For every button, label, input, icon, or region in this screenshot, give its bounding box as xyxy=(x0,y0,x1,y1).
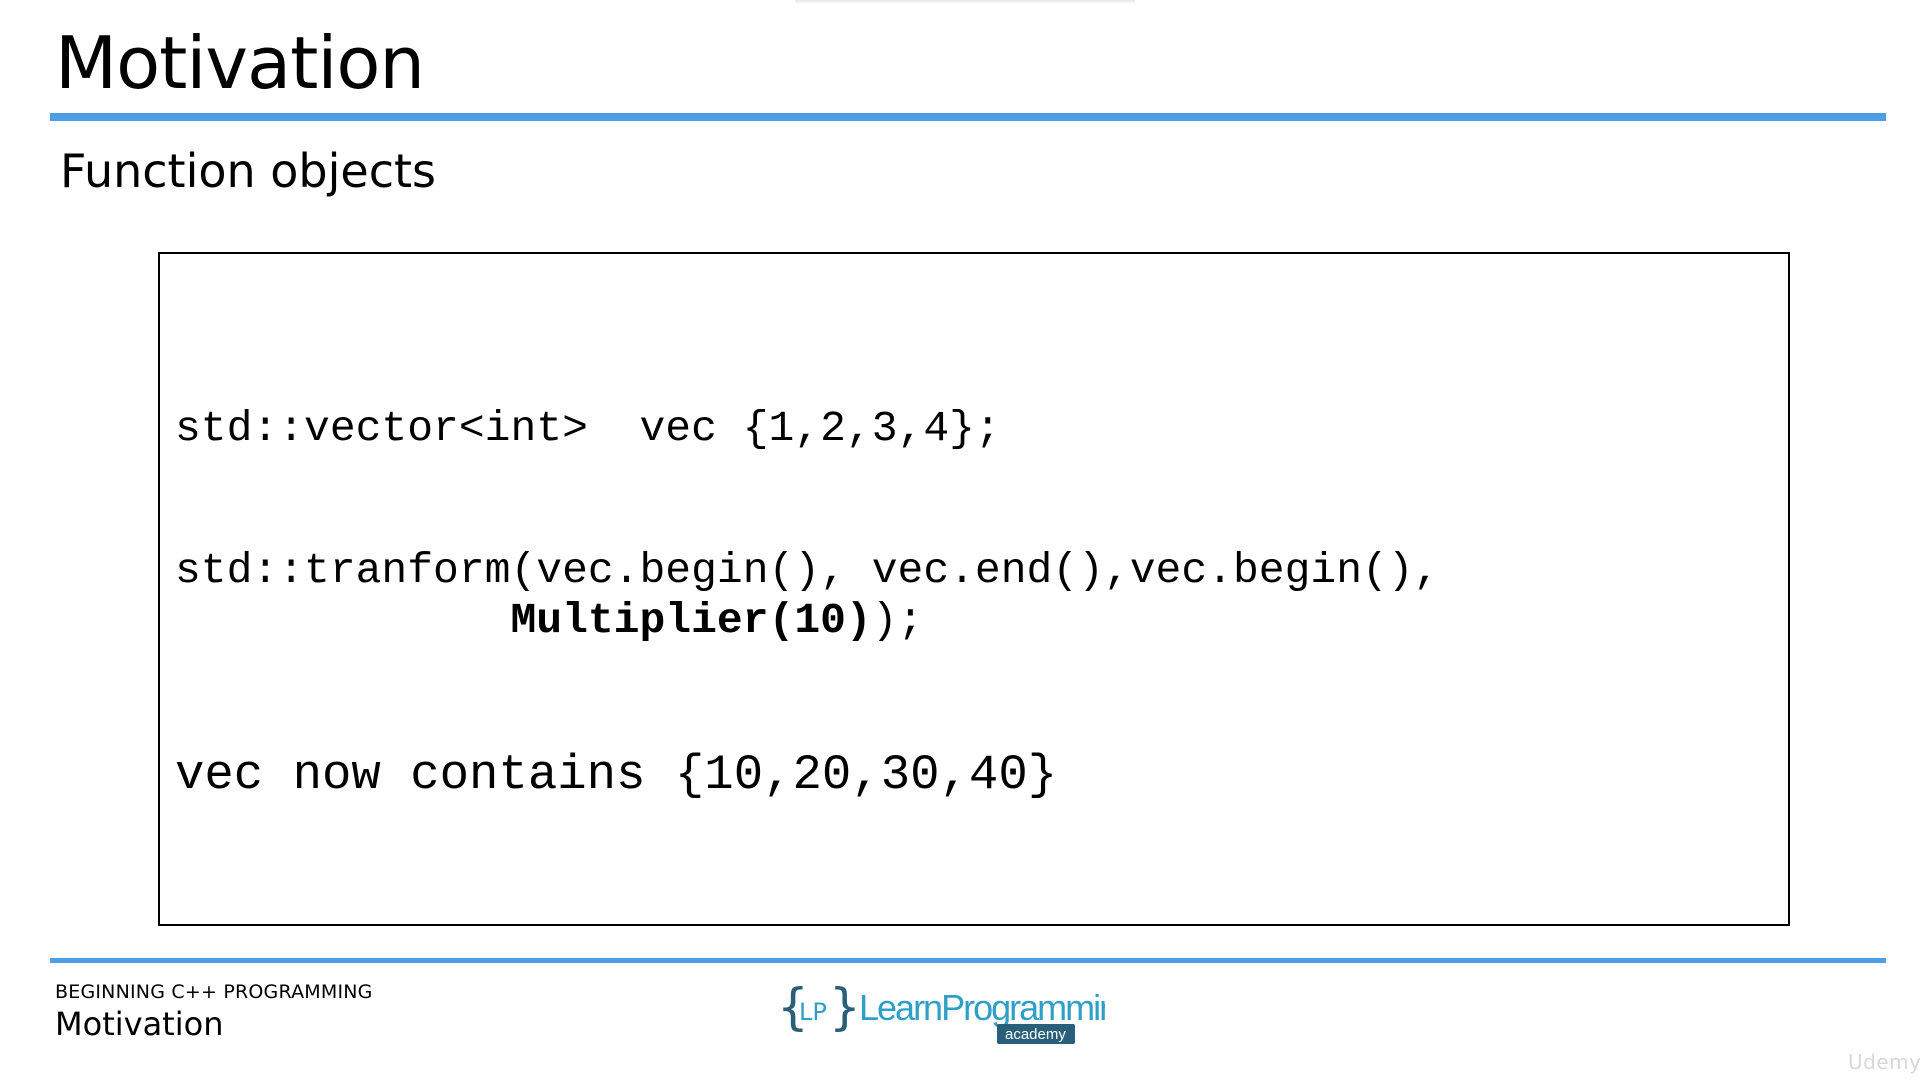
slide-subtitle: Function objects xyxy=(60,144,436,198)
slide-title: Motivation xyxy=(55,21,425,105)
section-name: Motivation xyxy=(55,1005,224,1043)
logo-lp: LP xyxy=(799,998,827,1026)
logo-wordmark: LearnProgramming xyxy=(859,987,1105,1028)
code-line-transform: std::tranform(vec.begin(), vec.end(),vec… xyxy=(175,546,1440,595)
svg-text:}: } xyxy=(829,978,861,1036)
footer-divider xyxy=(50,958,1886,963)
code-line-multiplier: Multiplier(10)); xyxy=(175,596,923,646)
code-line-vector: std::vector<int> vec {1,2,3,4}; xyxy=(175,404,1001,453)
udemy-watermark: Udemy xyxy=(1848,1050,1920,1074)
code-multiplier-call: Multiplier(10) xyxy=(510,596,872,645)
code-line-result: vec now contains {10,20,30,40} xyxy=(175,747,1058,803)
logo-academy: academy xyxy=(1005,1026,1066,1043)
code-box: std::vector<int> vec {1,2,3,4}; std::tra… xyxy=(158,252,1790,926)
course-name: BEGINNING C++ PROGRAMMING xyxy=(55,981,373,1003)
code-line-end: ); xyxy=(871,596,924,645)
top-shadow xyxy=(795,0,1135,4)
title-divider xyxy=(50,113,1886,121)
learnprogramming-logo: { LP } LearnProgramming academy xyxy=(775,978,1137,1046)
